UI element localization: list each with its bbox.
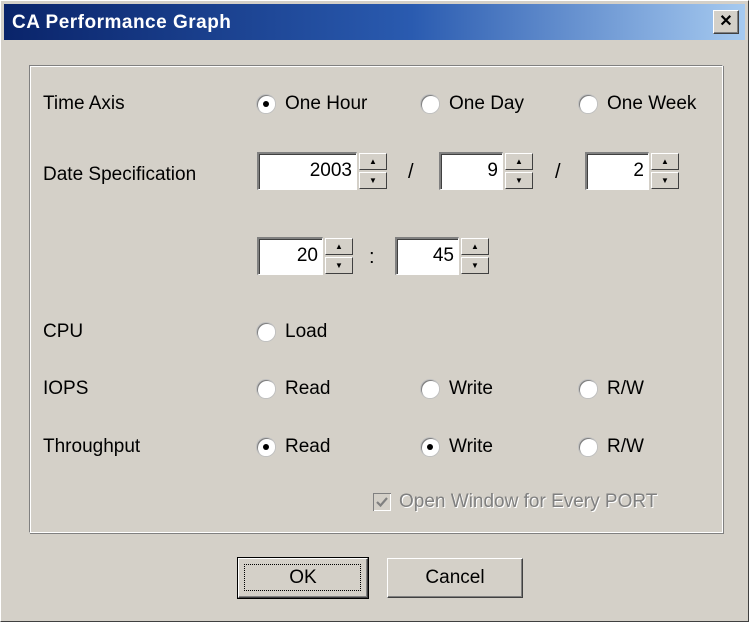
radio-circle: [579, 438, 597, 456]
radio-circle: [257, 438, 275, 456]
radio-label: Write: [449, 436, 493, 457]
throughput-label: Throughput: [43, 436, 141, 457]
cpu-label: CPU: [43, 321, 84, 342]
settings-group: [29, 65, 723, 533]
time-separator: :: [369, 246, 375, 268]
radio-label: Read: [285, 378, 331, 399]
focus-rect: [244, 564, 361, 591]
day-input[interactable]: 2: [585, 152, 649, 190]
up-arrow-icon[interactable]: ▲: [461, 238, 489, 255]
radio-circle: [257, 380, 275, 398]
radio-label: R/W: [607, 378, 644, 399]
checkbox-box: [373, 493, 391, 511]
down-arrow-icon[interactable]: ▼: [461, 257, 489, 274]
iops-label: IOPS: [43, 378, 89, 399]
down-arrow-icon[interactable]: ▼: [325, 257, 353, 274]
radio-circle: [257, 95, 275, 113]
radio-label: R/W: [607, 436, 644, 457]
radio-circle: [579, 95, 597, 113]
close-button[interactable]: ✕: [713, 10, 739, 34]
up-arrow-icon[interactable]: ▲: [325, 238, 353, 255]
radio-circle: [421, 438, 439, 456]
radio-circle: [257, 323, 275, 341]
radio-label: One Day: [449, 93, 524, 114]
radio-circle: [579, 380, 597, 398]
radio-label: One Hour: [285, 93, 368, 114]
window-title: CA Performance Graph: [12, 12, 232, 33]
minute-input[interactable]: 45: [395, 237, 459, 275]
month-input[interactable]: 9: [439, 152, 503, 190]
down-arrow-icon[interactable]: ▼: [651, 172, 679, 189]
up-arrow-icon[interactable]: ▲: [651, 153, 679, 170]
radio-label: One Week: [607, 93, 697, 114]
down-arrow-icon[interactable]: ▼: [505, 172, 533, 189]
down-arrow-icon[interactable]: ▼: [359, 172, 387, 189]
cancel-button[interactable]: Cancel: [387, 558, 523, 598]
radio-label: Load: [285, 321, 328, 342]
cancel-button-label: Cancel: [425, 567, 485, 588]
checkmark-icon: [376, 497, 388, 508]
date-separator: /: [408, 161, 414, 183]
title-bar[interactable]: CA Performance Graph ✕: [4, 4, 745, 40]
ok-button[interactable]: OK: [237, 557, 369, 599]
dialog-window: CA Performance Graph ✕ Time Axis One Hou…: [0, 0, 749, 622]
close-icon: ✕: [719, 13, 733, 30]
radio-circle: [421, 95, 439, 113]
year-input[interactable]: 2003: [257, 152, 357, 190]
radio-label: Read: [285, 436, 331, 457]
hour-input[interactable]: 20: [257, 237, 323, 275]
up-arrow-icon[interactable]: ▲: [505, 153, 533, 170]
date-specification-label: Date Specification: [43, 164, 197, 185]
time-axis-label: Time Axis: [43, 93, 125, 114]
radio-circle: [421, 380, 439, 398]
radio-label: Write: [449, 378, 493, 399]
date-separator: /: [555, 161, 561, 183]
up-arrow-icon[interactable]: ▲: [359, 153, 387, 170]
checkbox-label: Open Window for Every PORT: [399, 491, 658, 512]
